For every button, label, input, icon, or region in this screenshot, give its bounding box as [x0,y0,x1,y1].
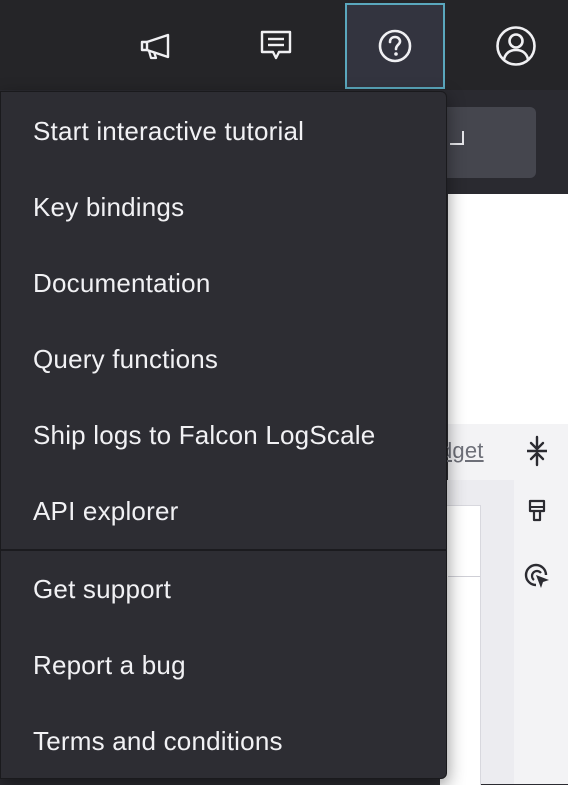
menu-item-query-functions[interactable]: Query functions [1,321,447,397]
menu-item-ship-logs[interactable]: Ship logs to Falcon LogScale [1,397,447,473]
menu-item-get-support[interactable]: Get support [1,551,447,627]
message-icon [259,29,293,63]
menu-item-api-explorer[interactable]: API explorer [1,473,447,549]
menu-item-start-interactive-tutorial[interactable]: Start interactive tutorial [1,93,447,169]
menu-item-report-a-bug[interactable]: Report a bug [1,627,447,703]
question-circle-icon [377,28,413,64]
help-menu: Start interactive tutorial Key bindings … [0,91,447,779]
paint-brush-icon[interactable] [522,497,552,527]
announcements-button[interactable] [106,3,206,89]
menu-item-terms-and-conditions[interactable]: Terms and conditions [1,703,447,779]
megaphone-icon [138,31,174,61]
user-circle-icon [495,25,537,67]
account-button[interactable] [466,3,566,89]
feedback-button[interactable] [226,3,326,89]
divider [448,576,480,577]
collapse-arrows-icon[interactable] [522,435,552,467]
menu-item-documentation[interactable]: Documentation [1,245,447,321]
menu-item-key-bindings[interactable]: Key bindings [1,169,447,245]
top-navigation-bar [0,0,568,90]
help-button[interactable] [345,3,445,89]
cursor-target-icon[interactable] [522,561,552,591]
